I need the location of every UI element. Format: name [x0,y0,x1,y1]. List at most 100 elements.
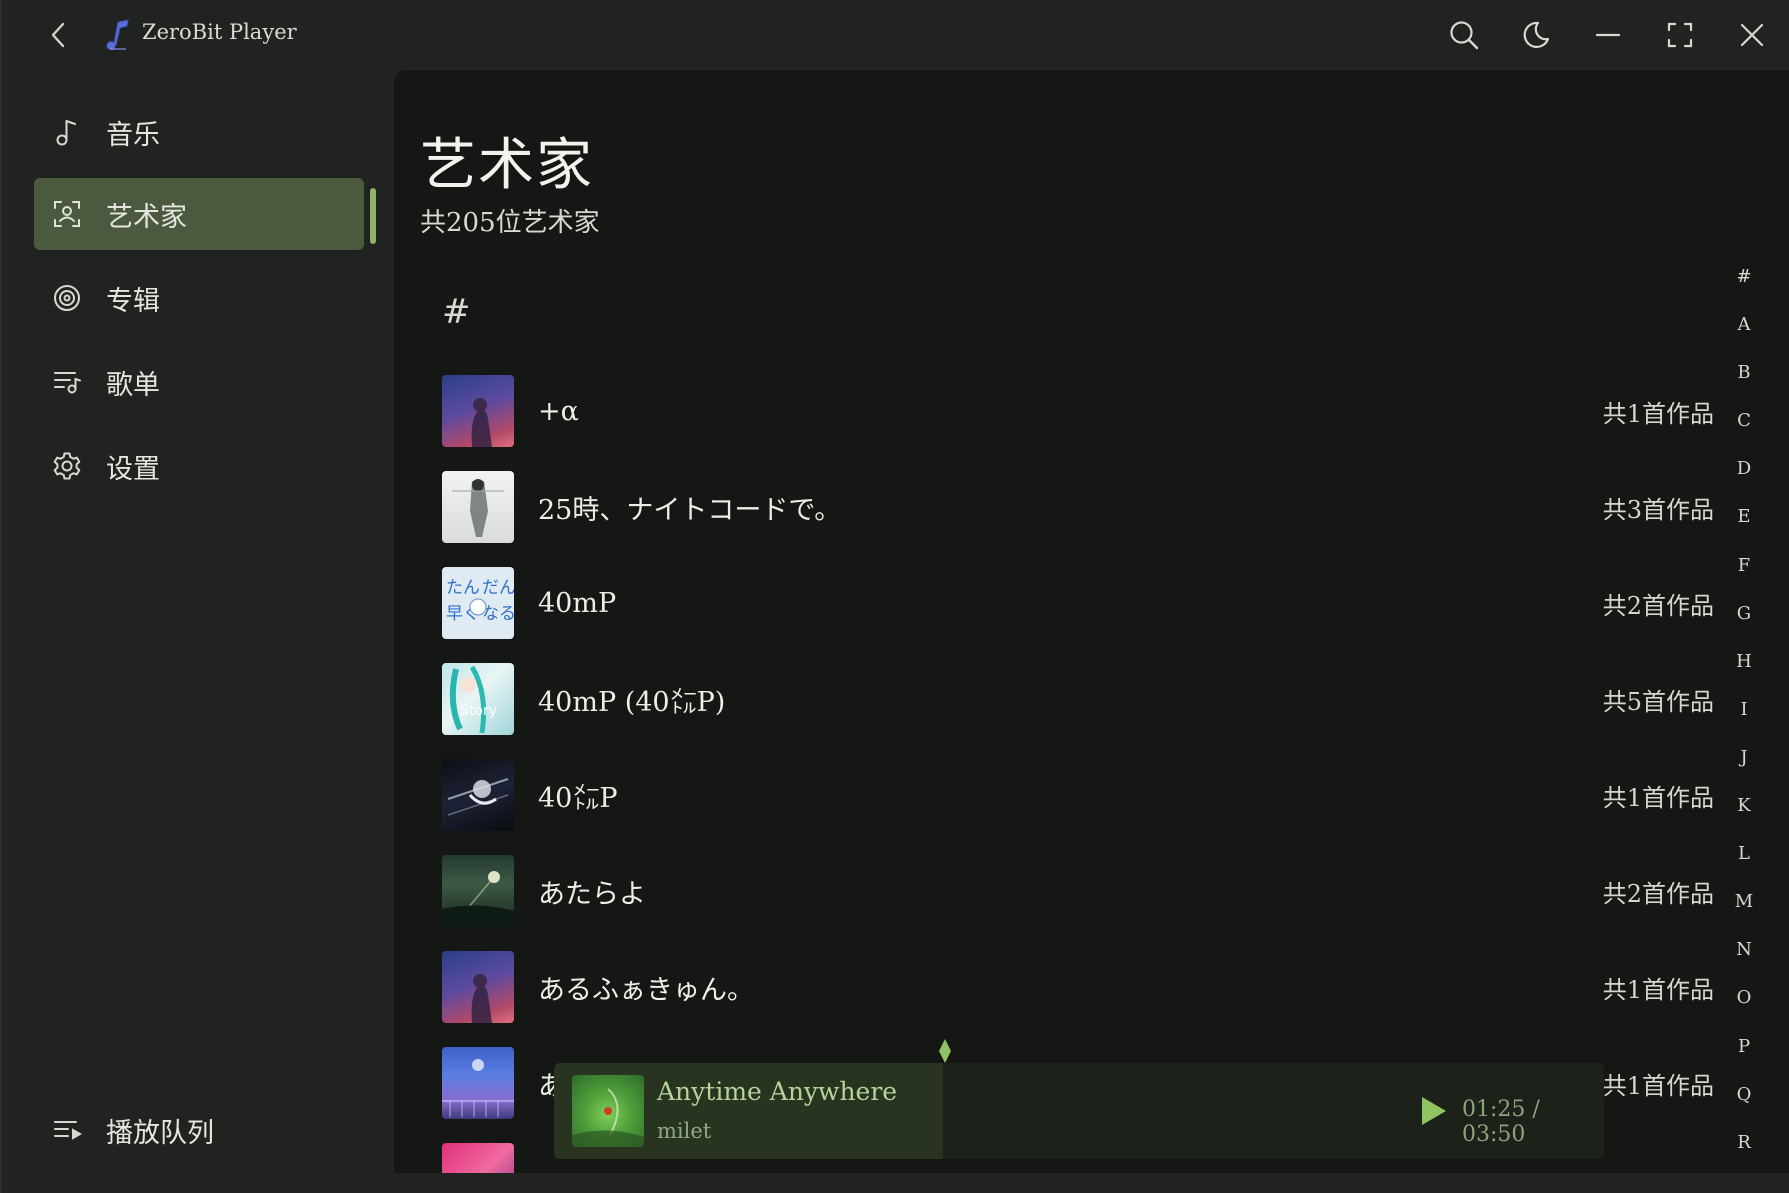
sidebar-item-label: 艺术家 [106,201,187,233]
artist-name: 40mP [538,587,617,619]
alphabet-index-letter[interactable]: F [1724,555,1764,603]
sidebar-item-playlists[interactable]: 歌单 [34,346,364,418]
title-bar: ZeroBit Player [2,0,1789,70]
maximize-icon [1667,22,1693,48]
track-count: 共1首作品 [1602,783,1714,812]
disc-icon [50,281,84,315]
search-icon [1450,21,1479,50]
sidebar-item-label: 音乐 [106,119,160,151]
sidebar-item-settings[interactable]: 设置 [34,430,364,502]
artist-page: 艺术家 共205位艺术家 # +α 共1首作品 25時、ナイトコードで。 共3首… [394,70,1789,1173]
artist-count: 共205位艺术家 [420,208,600,238]
artist-thumbnail [442,855,514,927]
play-queue-button[interactable]: 播放队列 [34,1094,364,1166]
artist-row[interactable]: 40㍍P 共1首作品 [442,752,1714,838]
artist-row[interactable]: あるふぁきゅん。 共1首作品 [442,944,1714,1030]
song-artist: milet [657,1119,712,1143]
track-count: 共5首作品 [1602,687,1714,716]
track-count: 共2首作品 [1602,879,1714,908]
app-window: ZeroBit Player 音乐 艺术家 专辑 歌单 设置 播放队列 艺术家 … [0,0,1789,1193]
search-button[interactable] [1442,14,1486,56]
page-title: 艺术家 [420,133,594,198]
artist-name: あるふぁきゅん。 [538,974,754,1006]
artist-thumbnail [442,951,514,1023]
app-title: ZeroBit Player [142,20,297,44]
artist-name: 40mP (40㍍P) [538,686,726,718]
maximize-button[interactable] [1658,14,1702,56]
app-logo-icon [106,19,129,51]
music-note-icon [50,115,84,149]
artist-name: 40㍍P [538,782,618,814]
alphabet-index-letter[interactable]: A [1724,314,1764,362]
sidebar: 音乐 艺术家 专辑 歌单 设置 播放队列 [2,70,394,1193]
playlist-icon [50,365,84,399]
svg-text:だん: だん [482,578,514,598]
artist-thumbnail [442,1047,514,1119]
artist-thumbnail [442,375,514,447]
seek-knob[interactable] [937,1038,953,1064]
alphabet-index-letter[interactable]: O [1724,987,1764,1035]
track-count: 共1首作品 [1602,975,1714,1004]
album-cover[interactable] [572,1075,644,1147]
artist-name: 25時、ナイトコードで。 [538,494,842,526]
alphabet-index-letter[interactable]: J [1724,747,1764,795]
active-indicator [370,188,376,244]
artist-row[interactable]: +α 共1首作品 [442,368,1714,454]
playback-time: 01:25 / 03:50 [1462,1097,1540,1147]
artist-row[interactable]: 25時、ナイトコードで。 共3首作品 [442,464,1714,550]
close-button[interactable] [1730,14,1774,56]
close-icon [1740,23,1764,47]
play-queue-label: 播放队列 [106,1117,214,1149]
track-count: 共2首作品 [1602,591,1714,620]
alphabet-index-letter[interactable]: R [1724,1132,1764,1173]
artist-row[interactable]: あたらよ 共2首作品 [442,848,1714,934]
alphabet-index-letter[interactable]: N [1724,939,1764,987]
svg-text:Story: Story [460,703,497,719]
sidebar-item-artists[interactable]: 艺术家 [34,178,364,250]
alphabet-index-letter[interactable]: M [1724,891,1764,939]
alphabet-index-letter[interactable]: E [1724,506,1764,554]
back-button[interactable] [42,16,74,54]
song-title: Anytime Anywhere [657,1077,898,1106]
svg-text:なる: なる [482,604,514,624]
track-count: 共3首作品 [1602,495,1714,524]
artist-thumbnail [442,1143,514,1173]
artist-row[interactable]: たん だん 早く なる 40mP 共2首作品 [442,560,1714,646]
alphabet-index: # A B C D E F G H I J K L M N O P Q R [1724,266,1764,1173]
track-count: 共1首作品 [1602,1071,1714,1100]
moon-icon [1523,21,1550,49]
minimize-icon [1595,33,1621,37]
sidebar-item-albums[interactable]: 专辑 [34,262,364,334]
alphabet-index-letter[interactable]: # [1724,266,1764,314]
now-playing-bar[interactable]: Anytime Anywhere milet 01:25 / 03:50 [554,1063,1604,1159]
queue-icon [50,1113,84,1147]
group-header: # [442,292,471,332]
svg-text:たん: たん [446,578,480,598]
alphabet-index-letter[interactable]: P [1724,1036,1764,1084]
artist-name: あたらよ [538,878,646,910]
sidebar-item-label: 歌单 [106,369,160,401]
artist-thumbnail: Story [442,663,514,735]
chevron-left-icon [51,22,65,48]
alphabet-index-letter[interactable]: K [1724,795,1764,843]
alphabet-index-letter[interactable]: I [1724,699,1764,747]
gear-icon [50,449,84,483]
sidebar-item-music[interactable]: 音乐 [34,96,364,168]
alphabet-index-letter[interactable]: D [1724,458,1764,506]
alphabet-index-letter[interactable]: Q [1724,1084,1764,1132]
artist-thumbnail [442,471,514,543]
artist-name: +α [538,395,579,427]
artist-thumbnail: たん だん 早く なる [442,567,514,639]
sidebar-item-label: 专辑 [106,285,160,317]
sidebar-item-label: 设置 [106,453,160,485]
artist-row[interactable]: Story 40mP (40㍍P) 共5首作品 [442,656,1714,742]
alphabet-index-letter[interactable]: L [1724,843,1764,891]
alphabet-index-letter[interactable]: G [1724,603,1764,651]
alphabet-index-letter[interactable]: H [1724,651,1764,699]
play-button[interactable] [1414,1093,1450,1129]
theme-toggle-button[interactable] [1514,14,1558,56]
minimize-button[interactable] [1586,14,1630,56]
alphabet-index-letter[interactable]: C [1724,410,1764,458]
alphabet-index-letter[interactable]: B [1724,362,1764,410]
artist-scan-icon [50,197,84,231]
